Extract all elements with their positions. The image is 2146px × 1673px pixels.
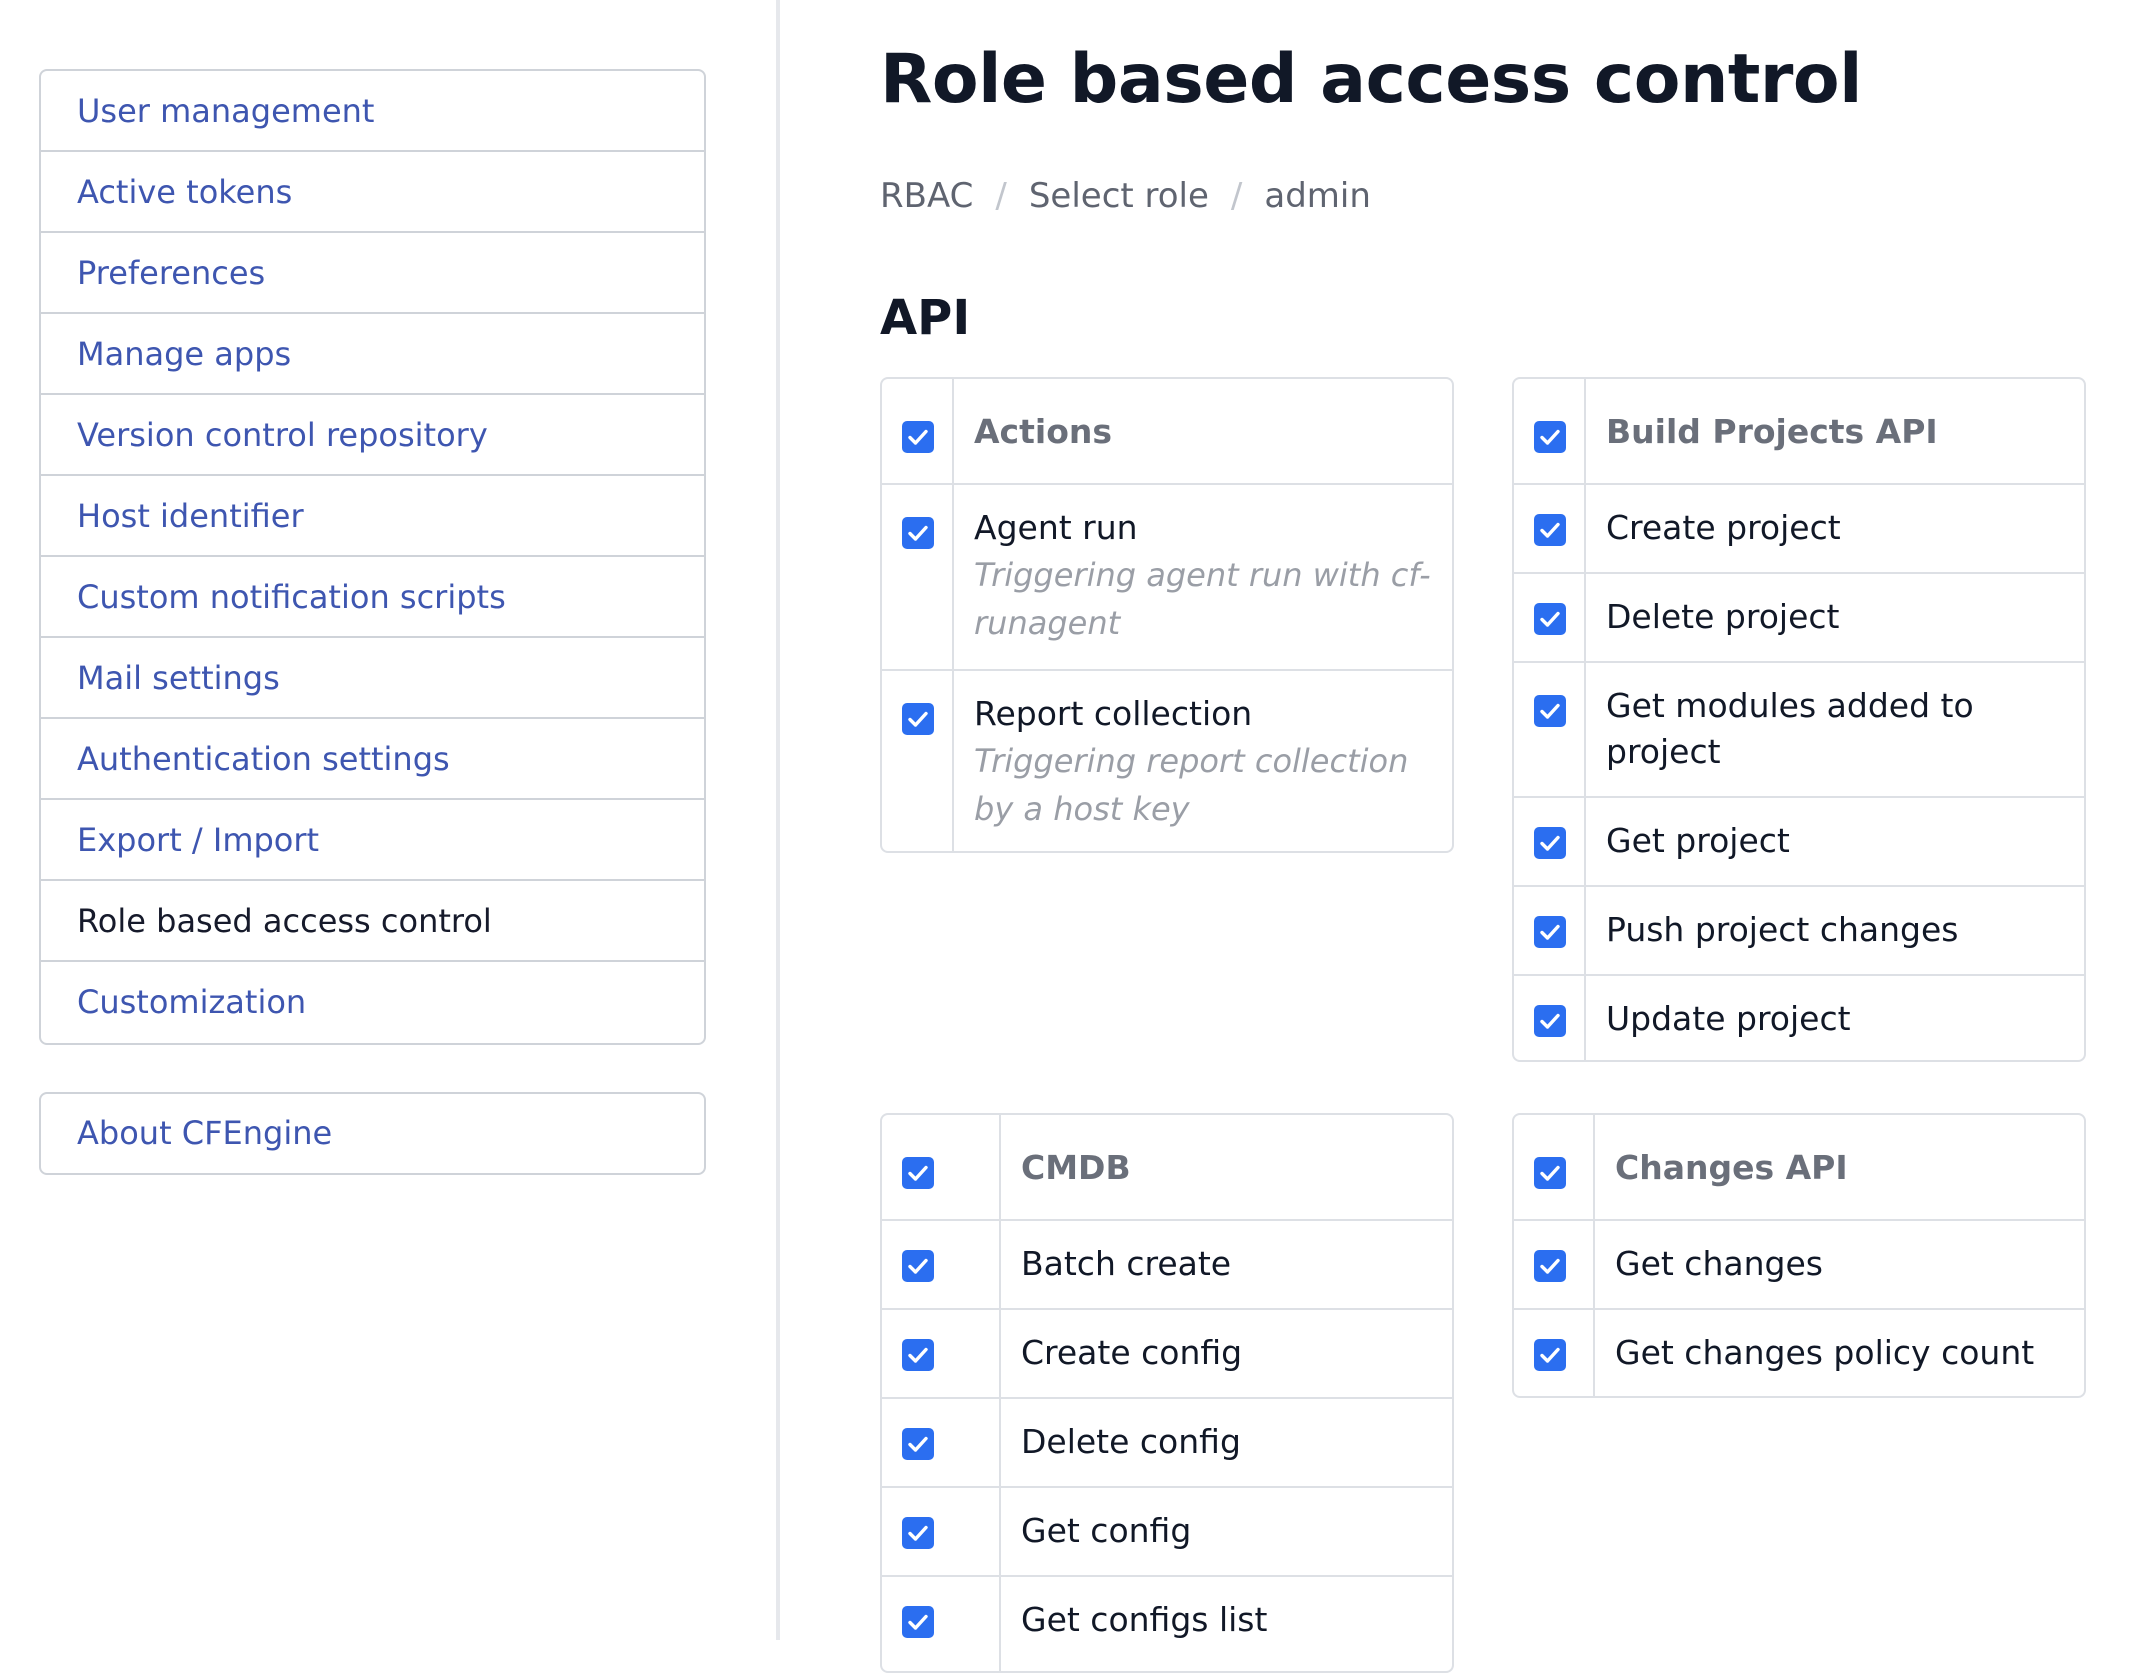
sidebar-item-preferences[interactable]: Preferences	[41, 233, 704, 314]
sidebar-item-about-cfengine[interactable]: About CFEngine	[41, 1094, 704, 1173]
permission-checkbox[interactable]	[902, 1517, 934, 1549]
permission-table-changes-api: Changes API Get changes Get changes poli…	[1512, 1113, 2086, 1398]
sidebar-item-customization[interactable]: Customization	[41, 962, 704, 1043]
group-checkbox[interactable]	[902, 421, 934, 453]
permission-row: Get changes	[1514, 1221, 2084, 1310]
permission-table-cmdb: CMDB Batch create Create config Delete c…	[880, 1113, 1454, 1673]
permission-row: Update project	[1514, 976, 2084, 1060]
sidebar-item-host-identifier[interactable]: Host identifier	[41, 476, 704, 557]
permission-label: Delete config	[1021, 1422, 1241, 1461]
sidebar-item-active-tokens[interactable]: Active tokens	[41, 152, 704, 233]
permission-label: Batch create	[1021, 1244, 1232, 1283]
permission-checkbox[interactable]	[1534, 916, 1566, 948]
permission-checkbox[interactable]	[1534, 514, 1566, 546]
breadcrumb-rbac-link[interactable]: RBAC	[880, 176, 973, 216]
permission-label: Report collection	[974, 694, 1253, 733]
breadcrumb: RBAC / Select role / admin	[880, 176, 1371, 216]
permission-checkbox[interactable]	[1534, 827, 1566, 859]
permission-row: Agent run Triggering agent run with cf-r…	[882, 485, 1452, 671]
permission-checkbox[interactable]	[1534, 603, 1566, 635]
permission-group-label: Changes API	[1615, 1148, 1848, 1187]
page-title: Role based access control	[880, 40, 1862, 119]
permission-group-label: Actions	[974, 412, 1112, 451]
permission-label: Agent run	[974, 508, 1138, 547]
breadcrumb-current-role: admin	[1264, 176, 1371, 216]
permission-row: Create project	[1514, 485, 2084, 574]
permission-label: Update project	[1606, 999, 1851, 1038]
permission-checkbox[interactable]	[902, 1250, 934, 1282]
permission-label: Get modules added to project	[1606, 686, 1974, 771]
settings-sidebar: User management Active tokens Preference…	[0, 0, 780, 1640]
permission-row: Delete project	[1514, 574, 2084, 663]
permission-row: Push project changes	[1514, 887, 2084, 976]
sidebar-item-mail-settings[interactable]: Mail settings	[41, 638, 704, 719]
permission-checkbox[interactable]	[1534, 695, 1566, 727]
about-nav-box: About CFEngine	[39, 1092, 706, 1175]
permission-row: Get configs list	[882, 1577, 1452, 1666]
breadcrumb-separator: /	[1230, 176, 1243, 216]
group-checkbox[interactable]	[1534, 1157, 1566, 1189]
permission-row: Get config	[882, 1488, 1452, 1577]
permission-checkbox[interactable]	[902, 517, 934, 549]
section-title-api: API	[880, 290, 971, 346]
sidebar-item-export-import[interactable]: Export / Import	[41, 800, 704, 881]
permission-table-build-projects-api: Build Projects API Create project Delete…	[1512, 377, 2086, 1062]
sidebar-item-rbac[interactable]: Role based access control	[41, 881, 704, 962]
permission-checkbox[interactable]	[902, 1428, 934, 1460]
permission-row: Get modules added to project	[1514, 663, 2084, 798]
breadcrumb-select-role-link[interactable]: Select role	[1029, 176, 1209, 216]
sidebar-item-version-control-repository[interactable]: Version control repository	[41, 395, 704, 476]
permission-label: Push project changes	[1606, 910, 1959, 949]
permission-group-header-row: Actions	[882, 379, 1452, 485]
permission-checkbox[interactable]	[902, 703, 934, 735]
sidebar-item-authentication-settings[interactable]: Authentication settings	[41, 719, 704, 800]
permission-checkbox[interactable]	[1534, 1339, 1566, 1371]
permission-group-header-row: Changes API	[1514, 1115, 2084, 1221]
permission-checkbox[interactable]	[1534, 1005, 1566, 1037]
sidebar-item-manage-apps[interactable]: Manage apps	[41, 314, 704, 395]
permission-label: Create config	[1021, 1333, 1243, 1372]
permission-group-header-row: Build Projects API	[1514, 379, 2084, 485]
permission-row: Report collection Triggering report coll…	[882, 671, 1452, 851]
permission-label: Get config	[1021, 1511, 1192, 1550]
group-checkbox[interactable]	[1534, 421, 1566, 453]
permission-description: Triggering agent run with cf-runagent	[974, 556, 1431, 642]
permission-row: Delete config	[882, 1399, 1452, 1488]
permission-checkbox[interactable]	[1534, 1250, 1566, 1282]
permission-label: Get changes policy count	[1615, 1333, 2035, 1372]
permission-label: Get configs list	[1021, 1600, 1268, 1639]
permission-group-label: CMDB	[1021, 1148, 1131, 1187]
sidebar-item-custom-notification-scripts[interactable]: Custom notification scripts	[41, 557, 704, 638]
sidebar-item-user-management[interactable]: User management	[41, 71, 704, 152]
permission-description: Triggering report collection by a host k…	[974, 742, 1409, 828]
permission-row: Batch create	[882, 1221, 1452, 1310]
permission-group-header-row: CMDB	[882, 1115, 1452, 1221]
permission-checkbox[interactable]	[902, 1339, 934, 1371]
permission-checkbox[interactable]	[902, 1606, 934, 1638]
permission-group-label: Build Projects API	[1606, 412, 1938, 451]
settings-nav-list: User management Active tokens Preference…	[39, 69, 706, 1045]
permission-label: Get changes	[1615, 1244, 1823, 1283]
permission-row: Create config	[882, 1310, 1452, 1399]
permission-label: Delete project	[1606, 597, 1840, 636]
permission-table-actions: Actions Agent run Triggering agent run w…	[880, 377, 1454, 853]
group-checkbox[interactable]	[902, 1157, 934, 1189]
permission-row: Get project	[1514, 798, 2084, 887]
permission-label: Get project	[1606, 821, 1790, 860]
permission-label: Create project	[1606, 508, 1841, 547]
permission-row: Get changes policy count	[1514, 1310, 2084, 1396]
breadcrumb-separator: /	[995, 176, 1007, 216]
